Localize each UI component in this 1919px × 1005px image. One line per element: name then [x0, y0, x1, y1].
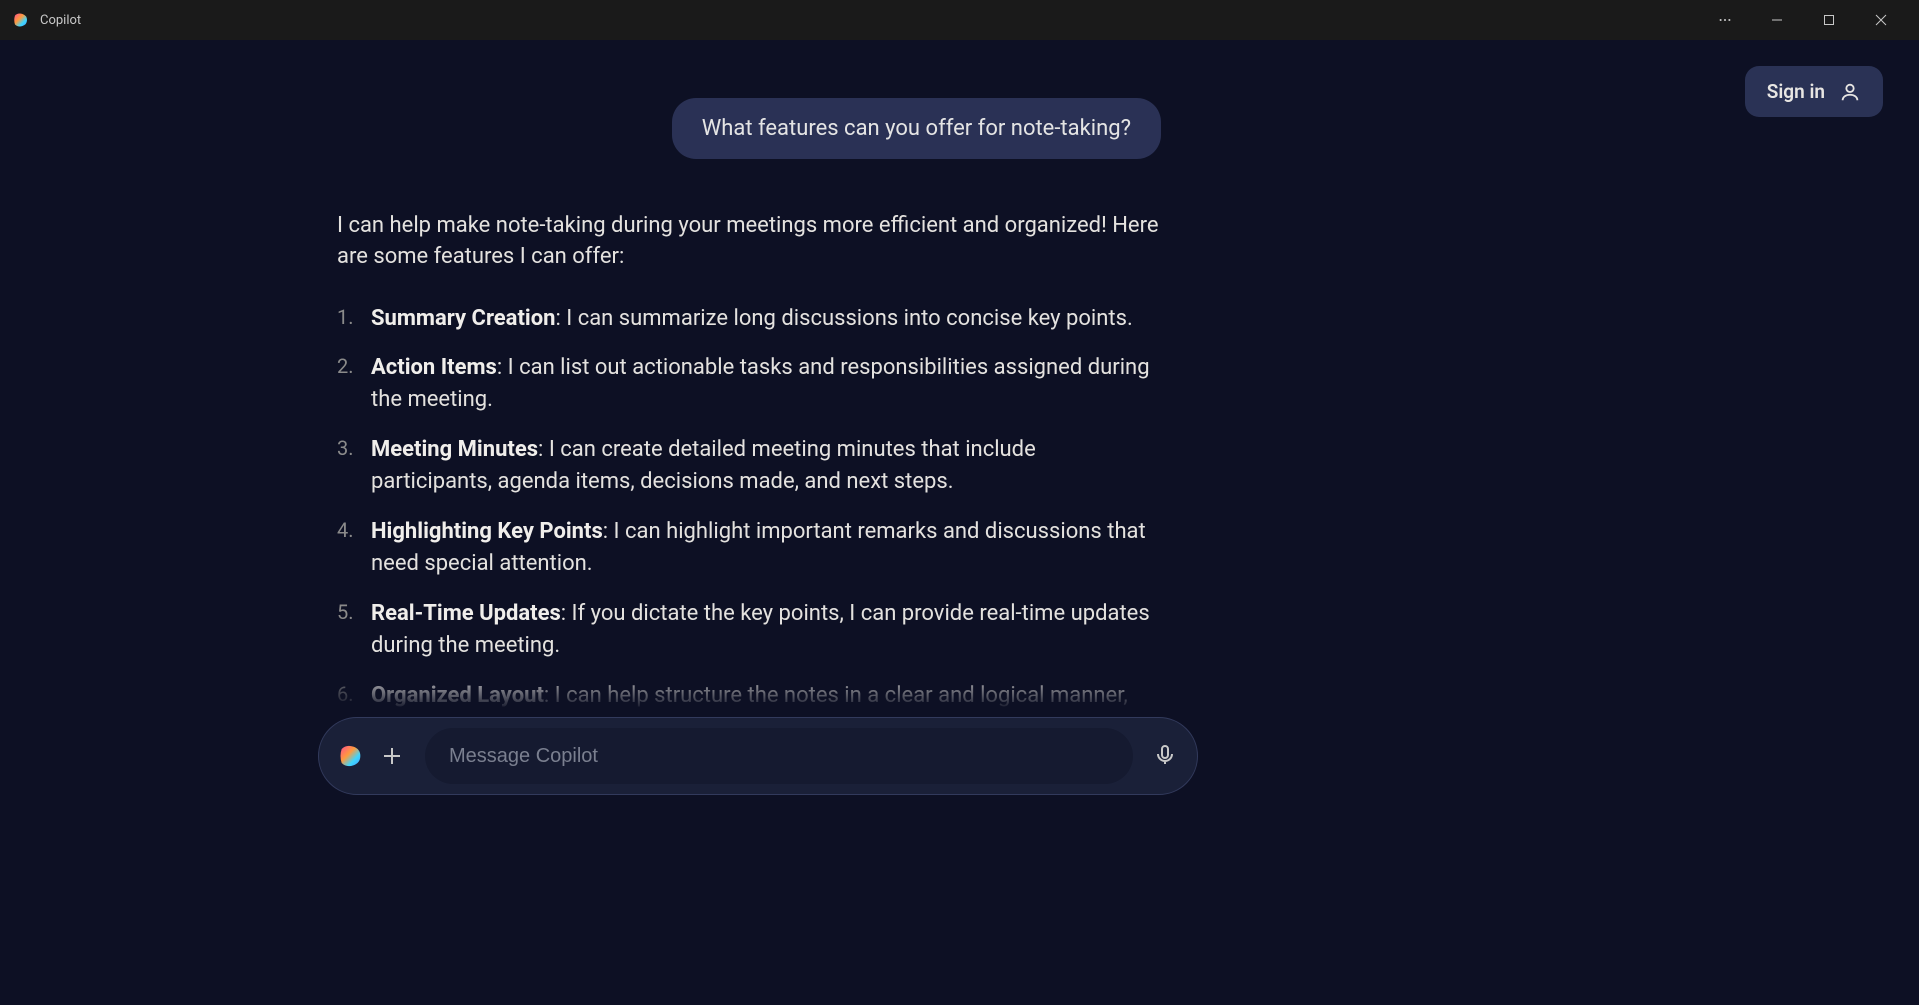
- feature-title: Summary Creation: [371, 306, 555, 331]
- titlebar: Copilot: [0, 0, 1919, 40]
- window-controls: [1699, 0, 1907, 40]
- sign-in-button[interactable]: Sign in: [1745, 66, 1883, 117]
- sign-in-label: Sign in: [1767, 80, 1825, 103]
- message-input-wrap: [425, 728, 1133, 784]
- feature-list: Summary Creation: I can summarize long d…: [337, 303, 1161, 718]
- close-button[interactable]: [1855, 0, 1907, 40]
- copilot-logo-icon: [12, 11, 30, 29]
- feature-title: Organized Layout: [371, 683, 544, 708]
- minimize-button[interactable]: [1751, 0, 1803, 40]
- list-item: Highlighting Key Points: I can highlight…: [371, 516, 1161, 580]
- list-item: Summary Creation: I can summarize long d…: [371, 303, 1161, 335]
- assistant-intro-text: I can help make note-taking during your …: [337, 211, 1161, 273]
- feature-title: Meeting Minutes: [371, 437, 538, 462]
- microphone-button[interactable]: [1153, 743, 1179, 769]
- chat-area: What features can you offer for note-tak…: [337, 98, 1161, 718]
- list-item: Meeting Minutes: I can create detailed m…: [371, 434, 1161, 498]
- titlebar-left: Copilot: [12, 11, 81, 29]
- titlebar-title: Copilot: [40, 13, 81, 28]
- more-button[interactable]: [1699, 0, 1751, 40]
- feature-title: Highlighting Key Points: [371, 519, 603, 544]
- app-body: Sign in What features can you offer for …: [0, 40, 1919, 1005]
- message-input[interactable]: [449, 745, 1109, 768]
- message-input-bar: [318, 717, 1198, 795]
- list-item: Action Items: I can list out actionable …: [371, 352, 1161, 416]
- feature-title: Action Items: [371, 355, 497, 380]
- add-button[interactable]: [379, 743, 405, 769]
- user-message-bubble: What features can you offer for note-tak…: [672, 98, 1161, 159]
- feature-title: Real-Time Updates: [371, 601, 561, 626]
- feature-desc: : I can summarize long discussions into …: [555, 306, 1132, 331]
- maximize-button[interactable]: [1803, 0, 1855, 40]
- user-icon: [1839, 81, 1861, 103]
- list-item: Real-Time Updates: If you dictate the ke…: [371, 598, 1161, 662]
- list-item: Organized Layout: I can help structure t…: [371, 680, 1161, 718]
- copilot-logo-icon: [337, 742, 365, 770]
